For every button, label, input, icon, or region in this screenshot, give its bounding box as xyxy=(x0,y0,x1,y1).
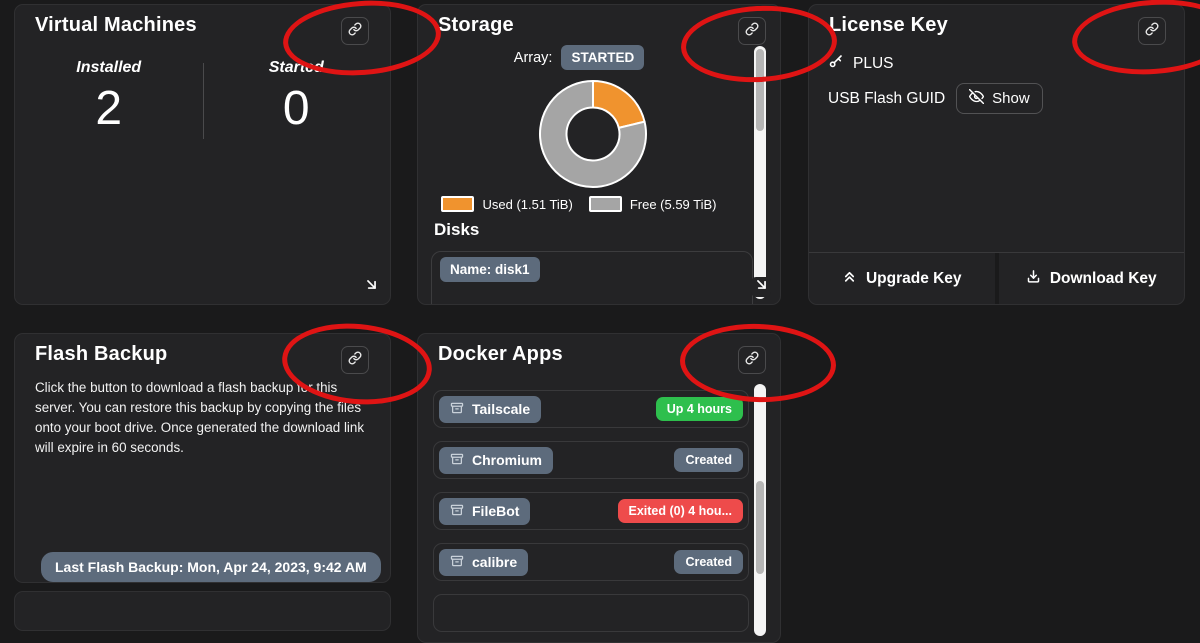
archive-box-icon xyxy=(450,401,464,418)
storage-title: Storage xyxy=(438,14,514,37)
download-key-label: Download Key xyxy=(1050,270,1157,288)
app-name: Chromium xyxy=(472,452,542,468)
array-status-row: Array: STARTED xyxy=(418,45,740,70)
guid-label: USB Flash GUID xyxy=(828,90,945,108)
storage-legend: Used (1.51 TiB) Free (5.59 TiB) xyxy=(418,196,740,212)
angles-up-icon xyxy=(842,269,857,289)
vm-started-column: Started 0 xyxy=(203,59,391,133)
vm-column-divider xyxy=(203,63,204,139)
storage-donut-chart xyxy=(537,78,649,190)
donut-used-slice xyxy=(593,81,645,128)
storage-scrollbar[interactable] xyxy=(754,46,766,299)
license-tier-label: PLUS xyxy=(853,55,894,73)
resize-arrow-icon xyxy=(363,276,380,298)
disks-heading: Disks xyxy=(434,220,479,240)
license-tier-row: PLUS xyxy=(828,53,894,74)
array-label: Array: xyxy=(514,50,553,66)
download-icon xyxy=(1026,269,1041,289)
legend-label-used: Used (1.51 TiB) xyxy=(482,197,572,212)
guid-row: USB Flash GUID Show xyxy=(828,83,1043,114)
flash-backup-title: Flash Backup xyxy=(35,343,167,366)
flash-backup-link-button[interactable] xyxy=(341,346,369,374)
show-guid-label: Show xyxy=(992,90,1030,107)
app-name-badge: FileBot xyxy=(439,498,530,525)
legend-swatch-free xyxy=(589,196,622,212)
storage-link-button[interactable] xyxy=(738,17,766,45)
docker-row-tailscale[interactable]: Tailscale Up 4 hours xyxy=(433,390,749,428)
docker-apps-card: Docker Apps Tailscale Up 4 hours Chromiu… xyxy=(417,333,781,643)
docker-apps-title: Docker Apps xyxy=(438,343,563,366)
vm-installed-column: Installed 2 xyxy=(15,59,203,133)
docker-row-chromium[interactable]: Chromium Created xyxy=(433,441,749,479)
last-flash-backup-badge: Last Flash Backup: Mon, Apr 24, 2023, 9:… xyxy=(41,552,381,582)
archive-box-icon xyxy=(450,452,464,469)
partial-card-next-row xyxy=(14,591,391,631)
flash-backup-card: Flash Backup Click the button to downloa… xyxy=(14,333,391,583)
virtual-machines-link-button[interactable] xyxy=(341,17,369,45)
upgrade-key-label: Upgrade Key xyxy=(866,270,962,288)
upgrade-key-button[interactable]: Upgrade Key xyxy=(809,253,995,304)
license-footer: Upgrade Key Download Key xyxy=(809,252,1184,304)
link-icon xyxy=(1145,22,1159,41)
link-icon xyxy=(348,351,362,370)
docker-app-list: Tailscale Up 4 hours Chromium Created Fi… xyxy=(433,390,749,643)
download-key-button[interactable]: Download Key xyxy=(995,253,1185,304)
app-name-badge: Tailscale xyxy=(439,396,541,423)
app-name-badge: calibre xyxy=(439,549,528,576)
disk-row[interactable]: Name: disk1 xyxy=(431,251,753,305)
array-status-badge: STARTED xyxy=(561,45,644,70)
license-key-card: License Key PLUS USB Flash GUID Show Upg… xyxy=(808,4,1185,305)
eye-slash-icon xyxy=(969,89,984,108)
license-key-title: License Key xyxy=(829,14,948,37)
disk-name-badge: Name: disk1 xyxy=(440,257,540,282)
legend-label-free: Free (5.59 TiB) xyxy=(630,197,717,212)
storage-scrollbar-thumb[interactable] xyxy=(756,49,764,131)
storage-resize-handle[interactable] xyxy=(751,277,771,297)
vm-started-value: 0 xyxy=(203,85,391,133)
app-status-badge: Created xyxy=(674,448,743,472)
vm-resize-handle[interactable] xyxy=(361,277,381,297)
app-name: FileBot xyxy=(472,503,519,519)
show-guid-button[interactable]: Show xyxy=(956,83,1043,114)
virtual-machines-title: Virtual Machines xyxy=(35,14,197,37)
app-name: Tailscale xyxy=(472,401,530,417)
docker-row-calibre[interactable]: calibre Created xyxy=(433,543,749,581)
legend-item-free: Free (5.59 TiB) xyxy=(589,196,717,212)
flash-backup-description: Click the button to download a flash bac… xyxy=(35,378,365,458)
key-icon xyxy=(828,53,844,74)
archive-box-icon xyxy=(450,503,464,520)
app-name-badge: Chromium xyxy=(439,447,553,474)
vm-started-label: Started xyxy=(203,59,391,77)
app-status-badge: Created xyxy=(674,550,743,574)
link-icon xyxy=(745,351,759,370)
virtual-machines-card: Virtual Machines Installed 2 Started 0 xyxy=(14,4,391,305)
legend-item-used: Used (1.51 TiB) xyxy=(441,196,572,212)
resize-arrow-icon xyxy=(753,276,770,298)
docker-scrollbar[interactable] xyxy=(754,384,766,636)
app-status-badge: Up 4 hours xyxy=(656,397,743,421)
app-name: calibre xyxy=(472,554,517,570)
docker-link-button[interactable] xyxy=(738,346,766,374)
link-icon xyxy=(745,22,759,41)
docker-row-filebot[interactable]: FileBot Exited (0) 4 hou... xyxy=(433,492,749,530)
vm-installed-value: 2 xyxy=(15,85,203,133)
archive-box-icon xyxy=(450,554,464,571)
legend-swatch-used xyxy=(441,196,474,212)
vm-installed-label: Installed xyxy=(15,59,203,77)
license-link-button[interactable] xyxy=(1138,17,1166,45)
link-icon xyxy=(348,22,362,41)
storage-donut xyxy=(537,78,649,190)
storage-card: Storage Array: STARTED Used (1.51 TiB) F… xyxy=(417,4,781,305)
app-status-badge: Exited (0) 4 hou... xyxy=(618,499,744,523)
docker-scrollbar-thumb[interactable] xyxy=(756,481,764,574)
